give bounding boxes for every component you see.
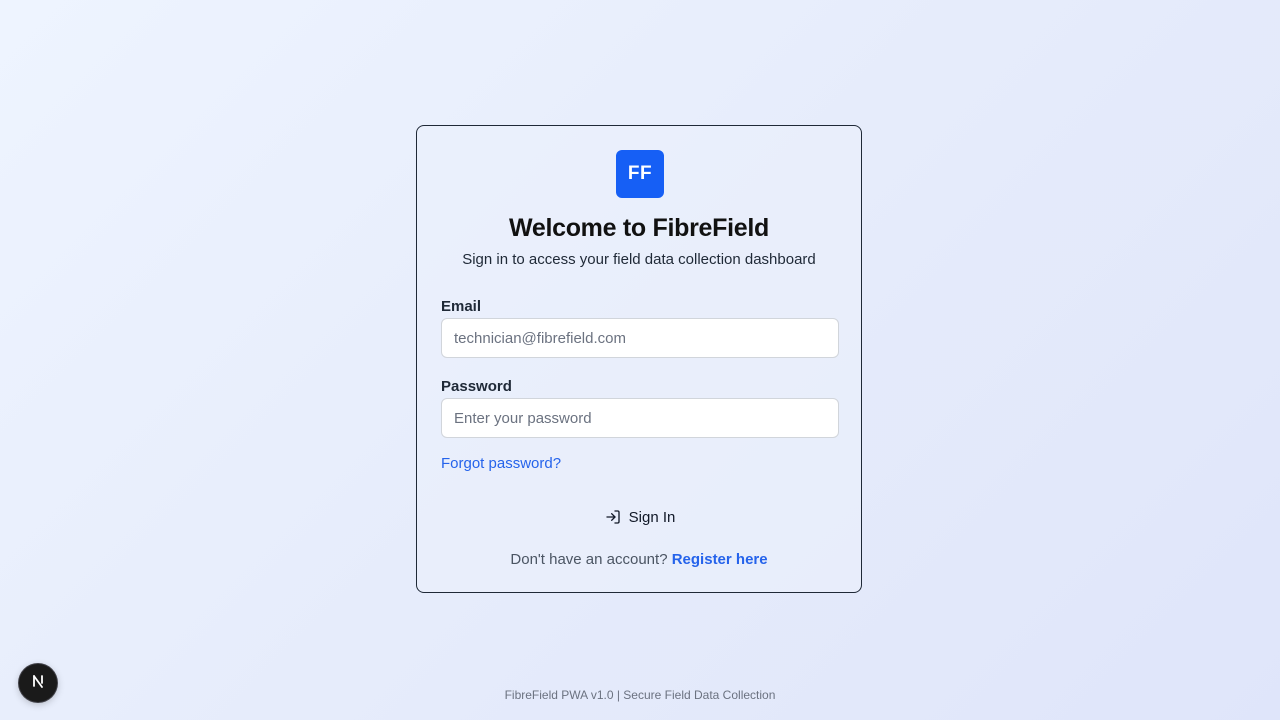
- password-label: Password: [441, 378, 512, 395]
- nextjs-logo-icon: [28, 671, 48, 696]
- email-label: Email: [441, 298, 482, 315]
- sign-in-button[interactable]: Sign In: [441, 498, 839, 536]
- register-prompt-line: Don't have an account? Register here: [417, 551, 861, 568]
- footer-text: FibreField PWA v1.0 | Secure Field Data …: [504, 688, 776, 702]
- nextjs-dev-badge[interactable]: [19, 664, 57, 702]
- password-input[interactable]: [441, 398, 839, 438]
- page-subtitle: Sign in to access your field data collec…: [462, 251, 816, 268]
- fibrefield-logo: FF: [616, 150, 664, 198]
- register-link[interactable]: Register here: [672, 551, 768, 568]
- forgot-password-link[interactable]: Forgot password?: [441, 455, 561, 472]
- log-in-icon: [605, 509, 621, 525]
- page-title: Welcome to FibreField: [509, 214, 769, 242]
- register-prompt: Don't have an account?: [510, 551, 668, 568]
- email-input[interactable]: [441, 318, 839, 358]
- login-card: FF Welcome to FibreField Sign in to acce…: [416, 125, 862, 593]
- sign-in-label: Sign In: [628, 508, 676, 526]
